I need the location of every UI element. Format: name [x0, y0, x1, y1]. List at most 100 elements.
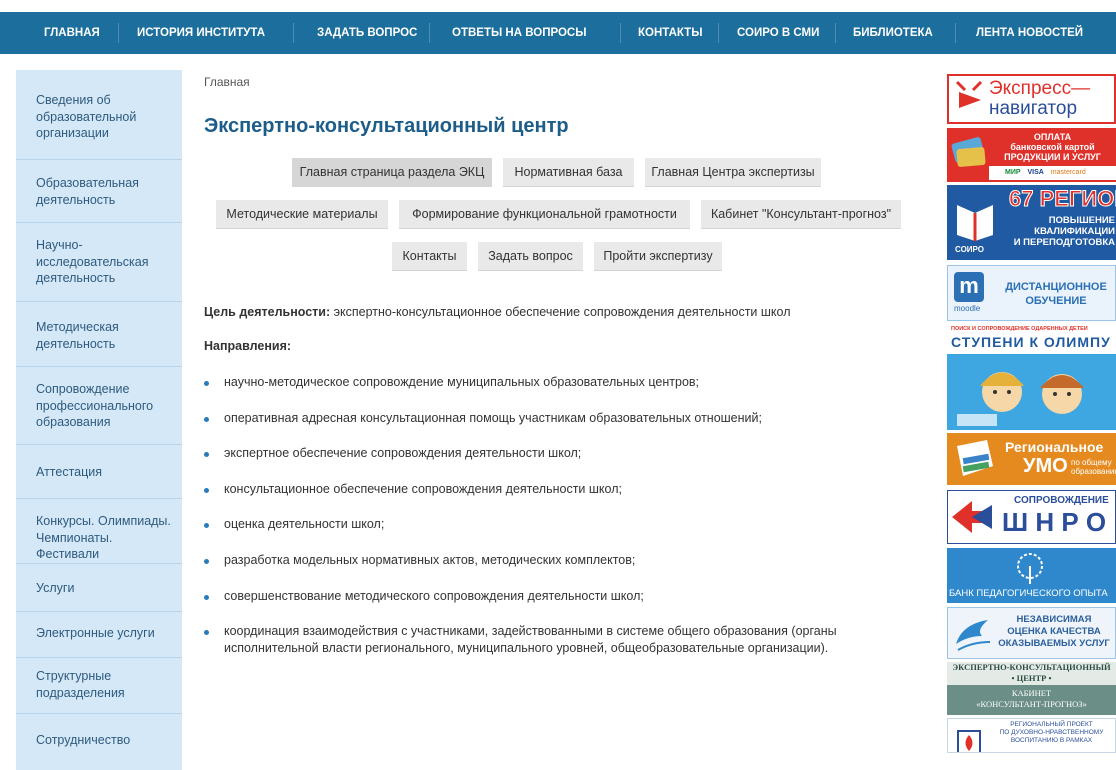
sidebar-item-research[interactable]: Научно-исследовательская деятельность [16, 223, 182, 302]
banner-text: СОПРОВОЖДЕНИЕ [1014, 495, 1109, 506]
list-item-text: экспертное обеспечение сопровождения дея… [224, 446, 582, 460]
banner-distance-learning[interactable]: m moodle ДИСТАНЦИОННОЕ ОБУЧЕНИЕ [947, 265, 1116, 321]
banner-text: НЕЗАВИСИМАЯ ОЦЕНКА КАЧЕСТВА ОКАЗЫВАЕМЫХ УС… [998, 614, 1110, 649]
list-item-text: консультационное обеспечение сопровожден… [224, 482, 622, 496]
sidebar-item-label: Услуги [36, 581, 75, 595]
banner-card-payment[interactable]: ОПЛАТА банковской картой ПРОДУКЦИИ И УСЛУГ… [947, 128, 1116, 182]
banner-independent-assessment[interactable]: НЕЗАВИСИМАЯ ОЦЕНКА КАЧЕСТВА ОКАЗЫВАЕМЫХ УС… [947, 607, 1116, 659]
banner-express-navigator[interactable]: Экспресс— навигатор [947, 74, 1116, 124]
sidebar-item-methodical[interactable]: Методическая деятельность [16, 302, 182, 367]
sidebar-item-departments[interactable]: Структурные подразделения [16, 658, 182, 714]
nav-divider [835, 23, 836, 43]
nav-divider [429, 23, 430, 43]
moodle-icon: m [954, 272, 984, 302]
banner-text: Экспресс— [989, 78, 1091, 99]
nav-ask-question[interactable]: ЗАДАТЬ ВОПРОС [317, 12, 417, 54]
banner-text: КАБИНЕТ «КОНСУЛЬТАНТ-ПРОГНОЗ» [976, 688, 1087, 709]
banner-text: moodle [954, 304, 981, 313]
sidebar-item-label: Конкурсы. Олимпиады. Чемпионаты. Фестива… [36, 514, 171, 561]
sidebar-item-services[interactable]: Услуги [16, 564, 182, 612]
nav-answers[interactable]: ОТВЕТЫ НА ВОПРОСЫ [452, 12, 587, 54]
sidebar-item-label: Сопровождение профессионального образова… [36, 382, 154, 429]
goal-label: Цель деятельности: [204, 305, 331, 319]
navigator-arrow-icon [955, 80, 983, 108]
banner-text: СОИРО [955, 245, 985, 254]
goal-text: экспертно-консультационное обеспечение с… [330, 305, 791, 319]
flame-icon [957, 730, 981, 752]
bullet-icon [204, 417, 209, 422]
banner-text: навигатор [989, 98, 1078, 119]
kids-illustration [947, 354, 1116, 430]
banner-text: ОПЛАТА банковской картой ПРОДУКЦИИ И УСЛУГ [1004, 132, 1101, 162]
nav-contacts[interactable]: КОНТАКТЫ [638, 12, 702, 54]
banner-text: РЕГИОНАЛЬНЫЙ ПРОЕКТ ПО ДУХОВНО-НРАВСТВЕНН… [999, 721, 1104, 744]
nav-institute-history[interactable]: ИСТОРИЯ ИНСТИТУТА [137, 12, 265, 54]
list-item-text: оперативная адресная консультационная по… [224, 411, 762, 425]
bullet-icon [204, 595, 209, 600]
banner-text: ПОВЫШЕНИЕ КВАЛИФИКАЦИИ И ПЕРЕПОДГОТОВКА [1013, 215, 1115, 248]
tab-ekc-main[interactable]: Главная страница раздела ЭКЦ [292, 158, 492, 187]
banner-shnro-support[interactable]: СОПРОВОЖДЕНИЕ Ш Н Р О [947, 490, 1116, 544]
sidebar-item-cooperation[interactable]: Сотрудничество [16, 714, 182, 770]
arrows-icon [952, 501, 992, 533]
sidebar-item-prof-support[interactable]: Сопровождение профессионального образова… [16, 367, 182, 445]
payment-logos: МИР VISA mastercard [989, 166, 1116, 180]
nav-home[interactable]: ГЛАВНАЯ [44, 12, 100, 54]
tab-methodical-materials[interactable]: Методические материалы [216, 200, 388, 229]
banner-text: СТУПЕНИ К ОЛИМПУ [951, 334, 1111, 350]
bullet-icon [204, 488, 209, 493]
sidebar-item-label: Структурные подразделения [36, 669, 125, 700]
nav-soiro-media[interactable]: СОИРО В СМИ [737, 12, 819, 54]
banner-text: УМО [1023, 455, 1068, 477]
sidebar-item-education[interactable]: Образовательная деятельность [16, 160, 182, 223]
banner-text: Региональное [1005, 439, 1104, 455]
sidebar-item-contests[interactable]: Конкурсы. Олимпиады. Чемпионаты. Фестива… [16, 499, 182, 564]
tab-expertise-center[interactable]: Главная Центра экспертизы [645, 158, 821, 187]
banner-text: ПОИСК И СОПРОВОЖДЕНИЕ ОДАРЕННЫХ ДЕТЕЙ [951, 326, 1088, 332]
bullet-icon [204, 559, 209, 564]
sidebar-item-label: Образовательная деятельность [36, 176, 139, 207]
nav-divider [955, 23, 956, 43]
nav-library[interactable]: БИБЛИОТЕКА [853, 12, 933, 54]
banner-expert-center[interactable]: ЭКСПЕРТНО-КОНСУЛЬТАЦИОННЫЙ • ЦЕНТР • КАБИ… [947, 662, 1116, 715]
sidebar-item-attestation[interactable]: Аттестация [16, 445, 182, 499]
tree-icon [1017, 553, 1043, 584]
banner-text: 67 РЕГИОН [1008, 186, 1116, 212]
nav-divider [118, 23, 119, 43]
sidebar-menu: Сведения об образовательной организации … [16, 70, 182, 770]
sidebar-item-label: Электронные услуги [36, 626, 155, 640]
list-item-text: оценка деятельности школ; [224, 517, 385, 531]
children-icon [957, 372, 1084, 426]
sidebar-item-label: Научно-исследовательская деятельность [36, 238, 149, 285]
bullet-icon [204, 452, 209, 457]
banner-regional-project[interactable]: РЕГИОНАЛЬНЫЙ ПРОЕКТ ПО ДУХОВНО-НРАВСТВЕНН… [947, 718, 1116, 753]
page-title: Экспертно-консультационный центр [204, 115, 569, 137]
sidebar-item-e-services[interactable]: Электронные услуги [16, 612, 182, 658]
nav-news-feed[interactable]: ЛЕНТА НОВОСТЕЙ [976, 12, 1083, 54]
banner-olympiad-steps[interactable]: ПОИСК И СОПРОВОЖДЕНИЕ ОДАРЕННЫХ ДЕТЕЙ СТ… [947, 326, 1116, 430]
banner-text: Ш Н Р О [1002, 507, 1107, 537]
tab-contacts[interactable]: Контакты [392, 242, 467, 271]
top-navigation: ГЛАВНАЯ ИСТОРИЯ ИНСТИТУТА ЗАДАТЬ ВОПРОС … [0, 12, 1116, 54]
tab-pass-expertise[interactable]: Пройти экспертизу [594, 242, 722, 271]
sidebar-item-label: Аттестация [36, 465, 103, 479]
tab-functional-literacy[interactable]: Формирование функциональной грамотности [399, 200, 690, 229]
credit-card-icon [951, 137, 986, 167]
tab-consultant-forecast[interactable]: Кабинет "Консультант-прогноз" [701, 200, 901, 229]
sidebar-item-org-info[interactable]: Сведения об образовательной организации [16, 70, 182, 160]
tab-normative-base[interactable]: Нормативная база [503, 158, 634, 187]
wings-icon [956, 620, 991, 651]
bullet-icon [204, 523, 209, 528]
books-icon [957, 440, 993, 476]
nav-divider [293, 23, 294, 43]
sidebar-item-label: Сведения об образовательной организации [36, 93, 137, 140]
tab-ask-question[interactable]: Задать вопрос [478, 242, 583, 271]
directions-heading: Направления: [204, 339, 292, 353]
banner-region-67[interactable]: СОИРО 67 РЕГИОН ПОВЫШЕНИЕКВАЛИФИКАЦИИИ П… [947, 185, 1116, 260]
breadcrumb[interactable]: Главная [204, 75, 250, 89]
nav-divider [620, 23, 621, 43]
nav-divider [718, 23, 719, 43]
banner-pedagogical-bank[interactable]: БАНК ПЕДАГОГИЧЕСКОГО ОПЫТА [947, 548, 1116, 603]
banner-regional-umo[interactable]: Региональное УМО по общему образованию [947, 433, 1116, 485]
list-item-text: координация взаимодействия с участниками… [224, 624, 837, 655]
